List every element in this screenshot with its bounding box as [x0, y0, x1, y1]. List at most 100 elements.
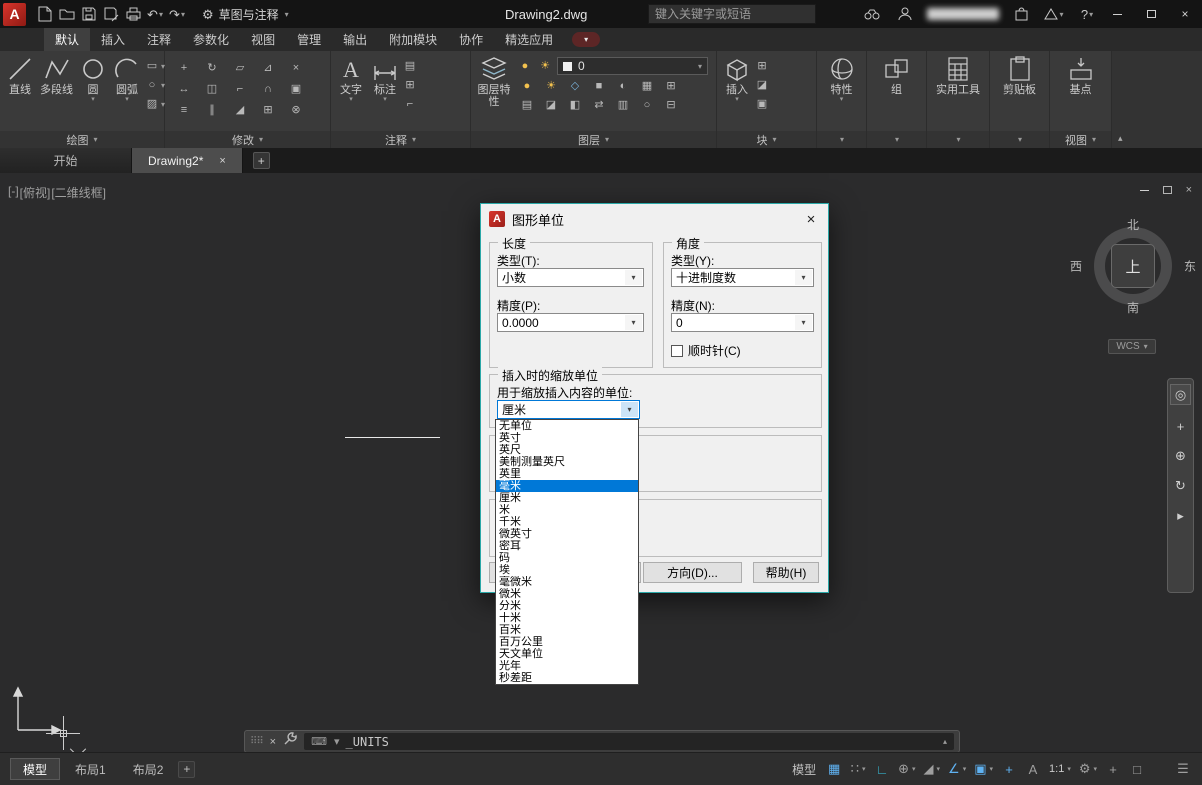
panel-view-label[interactable]: 视图 ▾: [1050, 131, 1111, 148]
sign-in-user-icon[interactable]: [894, 2, 916, 26]
layer-thaw-icon[interactable]: ☀: [543, 79, 559, 94]
chevron-down-icon[interactable]: ▾: [1067, 765, 1071, 773]
create-block-icon[interactable]: ⊞: [754, 59, 770, 74]
viewport-menu-control[interactable]: [-]: [8, 184, 19, 201]
new-file-button[interactable]: [34, 2, 56, 26]
join-icon[interactable]: ⊞: [260, 103, 276, 118]
object-snap-toggle[interactable]: ▣▾: [971, 758, 996, 780]
explode-icon[interactable]: ≡: [176, 103, 192, 118]
snap-toggle[interactable]: ∷▾: [847, 758, 869, 780]
layer-freeze-icon[interactable]: ◇: [567, 79, 583, 94]
chevron-down-icon[interactable]: ▾: [1093, 765, 1097, 773]
ribbon-overflow-button[interactable]: ▾: [572, 32, 600, 47]
panel-groups-label[interactable]: ▾: [867, 131, 926, 148]
combo-arrow-icon[interactable]: ▾: [795, 315, 812, 330]
unit-option[interactable]: 百米: [496, 624, 638, 636]
unit-option[interactable]: 厘米: [496, 492, 638, 504]
restore-button[interactable]: [1134, 0, 1168, 28]
new-drawing-tab-button[interactable]: +: [253, 152, 270, 169]
stretch-icon[interactable]: ↔: [176, 82, 192, 97]
chevron-down-icon[interactable]: ▾: [912, 765, 916, 773]
layer-copy-icon[interactable]: ▥: [615, 98, 631, 113]
offset-icon[interactable]: ∥: [204, 103, 220, 118]
tool-ellipse-button[interactable]: ○▾: [144, 78, 165, 93]
chevron-down-icon[interactable]: ▾: [735, 96, 739, 103]
navbar-more-icon[interactable]: ▸: [1177, 508, 1184, 524]
app-store-icon[interactable]: [1010, 2, 1032, 26]
stay-connected-icon[interactable]: ▾: [1043, 2, 1065, 26]
compass-south[interactable]: 南: [1127, 299, 1139, 316]
save-as-button[interactable]: [100, 2, 122, 26]
tool-dimension-button[interactable]: 标注 ▾: [368, 54, 402, 103]
fillet-icon[interactable]: ⌐: [232, 82, 248, 97]
redo-button[interactable]: ↷▾: [166, 2, 188, 26]
search-input[interactable]: [648, 4, 816, 24]
combo-arrow-icon[interactable]: ▾: [621, 402, 638, 417]
model-space-label[interactable]: 模型: [792, 761, 816, 778]
edit-attributes-icon[interactable]: ◪: [754, 78, 770, 93]
tool-hatch-button[interactable]: ▨▾: [144, 97, 165, 112]
pan-icon[interactable]: +: [1177, 419, 1185, 434]
layout-tab-model[interactable]: 模型: [10, 758, 60, 780]
minimize-button[interactable]: [1100, 0, 1134, 28]
compass-east[interactable]: 东: [1184, 258, 1196, 275]
search-binoculars-icon[interactable]: [861, 2, 883, 26]
unit-option[interactable]: 英尺: [496, 444, 638, 456]
chevron-down-icon[interactable]: ▾: [963, 765, 967, 773]
insertion-units-combo[interactable]: 厘米 ▾: [497, 400, 640, 419]
unit-option[interactable]: 密耳: [496, 540, 638, 552]
layer-off-icon[interactable]: ○: [639, 98, 655, 113]
layer-match-icon[interactable]: ▦: [639, 79, 655, 94]
orbit-icon[interactable]: ↻: [1175, 478, 1186, 494]
tool-layer-properties-button[interactable]: 图层特性: [474, 54, 514, 108]
compass-west[interactable]: 西: [1070, 258, 1082, 275]
unit-option[interactable]: 美制测量英尺: [496, 456, 638, 468]
plot-button[interactable]: [122, 2, 144, 26]
layer-merge-icon[interactable]: ◧: [567, 98, 583, 113]
dialog-close-button[interactable]: ×: [798, 207, 824, 231]
unit-option[interactable]: 毫微米: [496, 576, 638, 588]
unit-option[interactable]: 百万公里: [496, 636, 638, 648]
unit-option[interactable]: 光年: [496, 660, 638, 672]
chevron-down-icon[interactable]: ▾: [990, 765, 994, 773]
isolate-objects-button[interactable]: □: [1126, 758, 1148, 780]
unit-option[interactable]: 分米: [496, 600, 638, 612]
combo-arrow-icon[interactable]: ▾: [625, 315, 642, 330]
ribbon-tab-collaborate[interactable]: 协作: [448, 28, 494, 51]
panel-properties-label[interactable]: ▾: [817, 131, 866, 148]
unit-option[interactable]: 埃: [496, 564, 638, 576]
undo-button[interactable]: ↶▾: [144, 2, 166, 26]
ribbon-tab-output[interactable]: 输出: [332, 28, 378, 51]
ribbon-tab-manage[interactable]: 管理: [286, 28, 332, 51]
panel-layers-label[interactable]: 图层 ▾: [471, 131, 716, 148]
tool-base-button[interactable]: 基点: [1064, 54, 1098, 96]
file-tab-drawing2[interactable]: Drawing2* ×: [132, 148, 243, 173]
command-bar-close-icon[interactable]: ×: [270, 736, 276, 748]
unit-option[interactable]: 微英寸: [496, 528, 638, 540]
layer-lock-icon[interactable]: ■: [591, 79, 607, 94]
ribbon-tab-parametric[interactable]: 参数化: [182, 28, 240, 51]
direction-button[interactable]: 方向(D)...: [643, 562, 742, 583]
new-layout-button[interactable]: +: [178, 761, 195, 778]
tool-insert-button[interactable]: 插入 ▾: [720, 54, 754, 103]
move-icon[interactable]: +: [176, 61, 192, 76]
tool-properties-button[interactable]: 特性 ▾: [825, 54, 859, 103]
mirror-icon[interactable]: ◫: [204, 82, 220, 97]
dialog-title-bar[interactable]: A 图形单位: [481, 204, 828, 234]
layer-delete-icon[interactable]: ⊟: [663, 98, 679, 113]
workspace-switching-button[interactable]: ⚙▾: [1076, 758, 1100, 780]
block-editor-icon[interactable]: ▣: [754, 97, 770, 112]
unit-option[interactable]: 十米: [496, 612, 638, 624]
tool-circle-button[interactable]: 圆 ▾: [76, 54, 110, 103]
chevron-down-icon[interactable]: ▾: [937, 765, 941, 773]
unit-option[interactable]: 天文单位: [496, 648, 638, 660]
unit-option-selected[interactable]: 毫米: [496, 480, 638, 492]
copy-icon[interactable]: ◢: [232, 103, 248, 118]
panel-annotation-label[interactable]: 注释 ▾: [331, 131, 470, 148]
array-icon[interactable]: ▣: [288, 82, 304, 97]
panel-utilities-label[interactable]: ▾: [927, 131, 989, 148]
help-button-dialog[interactable]: 帮助(H): [753, 562, 819, 583]
panel-block-label[interactable]: 块 ▾: [717, 131, 816, 148]
doc-restore-icon[interactable]: [1163, 186, 1172, 194]
recent-commands-icon[interactable]: ▾: [334, 735, 340, 748]
